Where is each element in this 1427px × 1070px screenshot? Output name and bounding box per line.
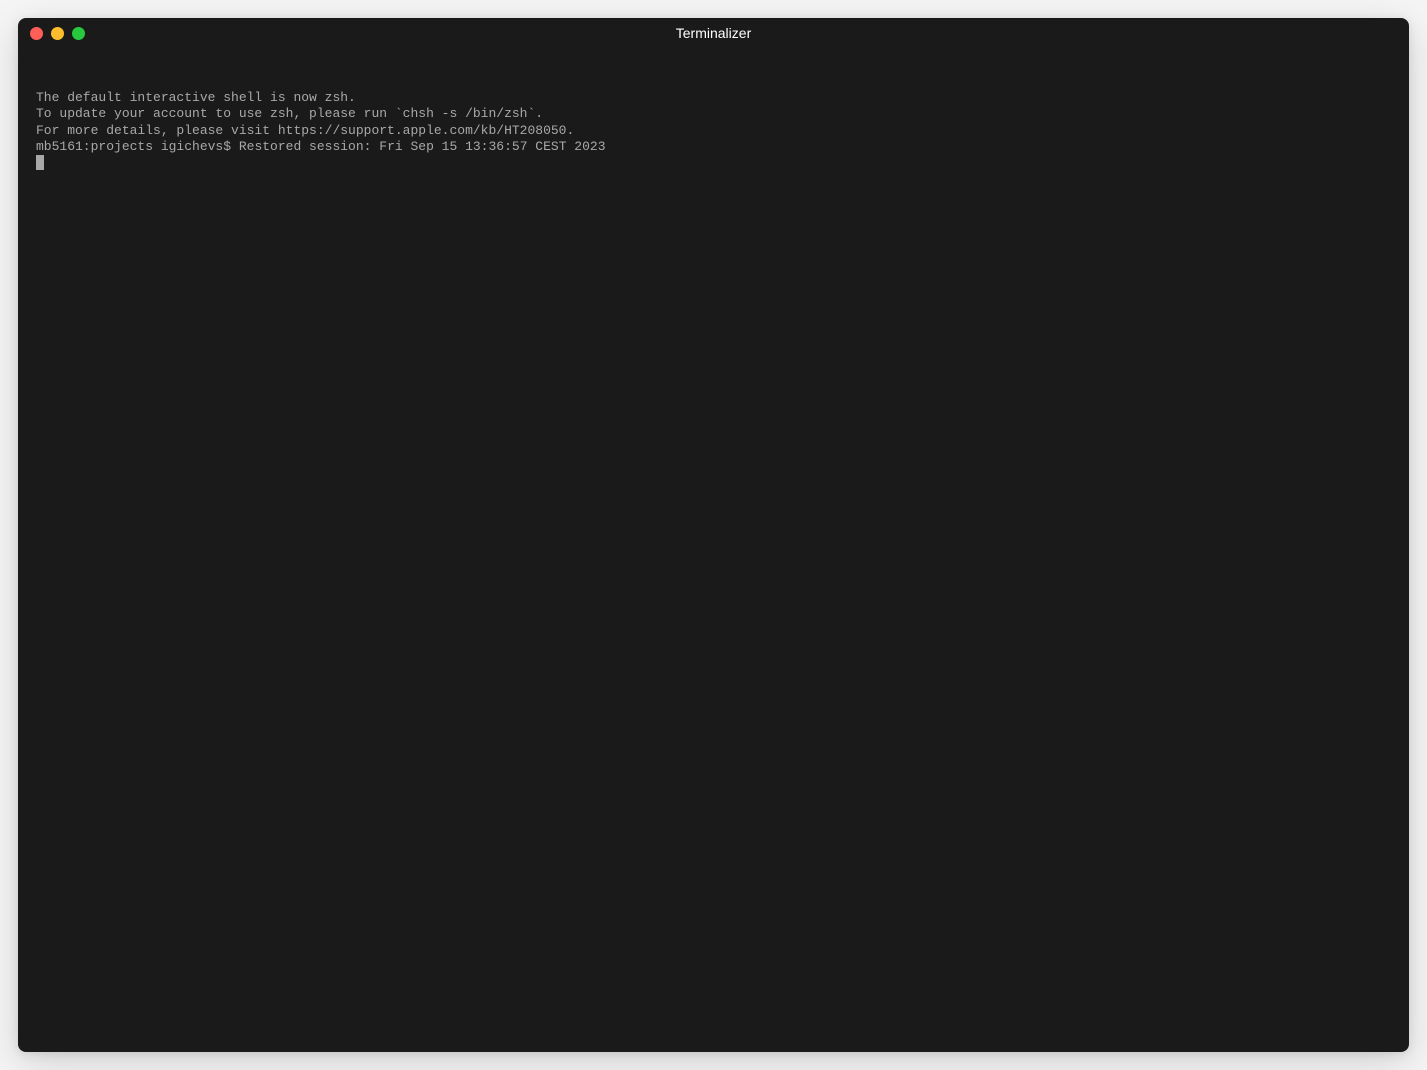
window-title: Terminalizer (676, 25, 751, 41)
terminal-window: Terminalizer The default interactive she… (18, 18, 1409, 1052)
terminal-prompt-line: mb5161:projects igichevs$ Restored sessi… (36, 139, 1391, 155)
close-button[interactable] (30, 27, 43, 40)
minimize-button[interactable] (51, 27, 64, 40)
terminal-cursor (36, 155, 44, 170)
terminal-output-line: For more details, please visit https://s… (36, 123, 1391, 139)
terminal-output-line: The default interactive shell is now zsh… (36, 90, 1391, 106)
terminal-output-line: To update your account to use zsh, pleas… (36, 106, 1391, 122)
terminal-cursor-line (36, 155, 1391, 170)
traffic-lights (30, 27, 85, 40)
title-bar: Terminalizer (18, 18, 1409, 48)
terminal-prompt: mb5161:projects igichevs$ (36, 139, 239, 155)
maximize-button[interactable] (72, 27, 85, 40)
terminal-body[interactable]: The default interactive shell is now zsh… (18, 48, 1409, 1052)
terminal-prompt-output: Restored session: Fri Sep 15 13:36:57 CE… (239, 139, 606, 155)
